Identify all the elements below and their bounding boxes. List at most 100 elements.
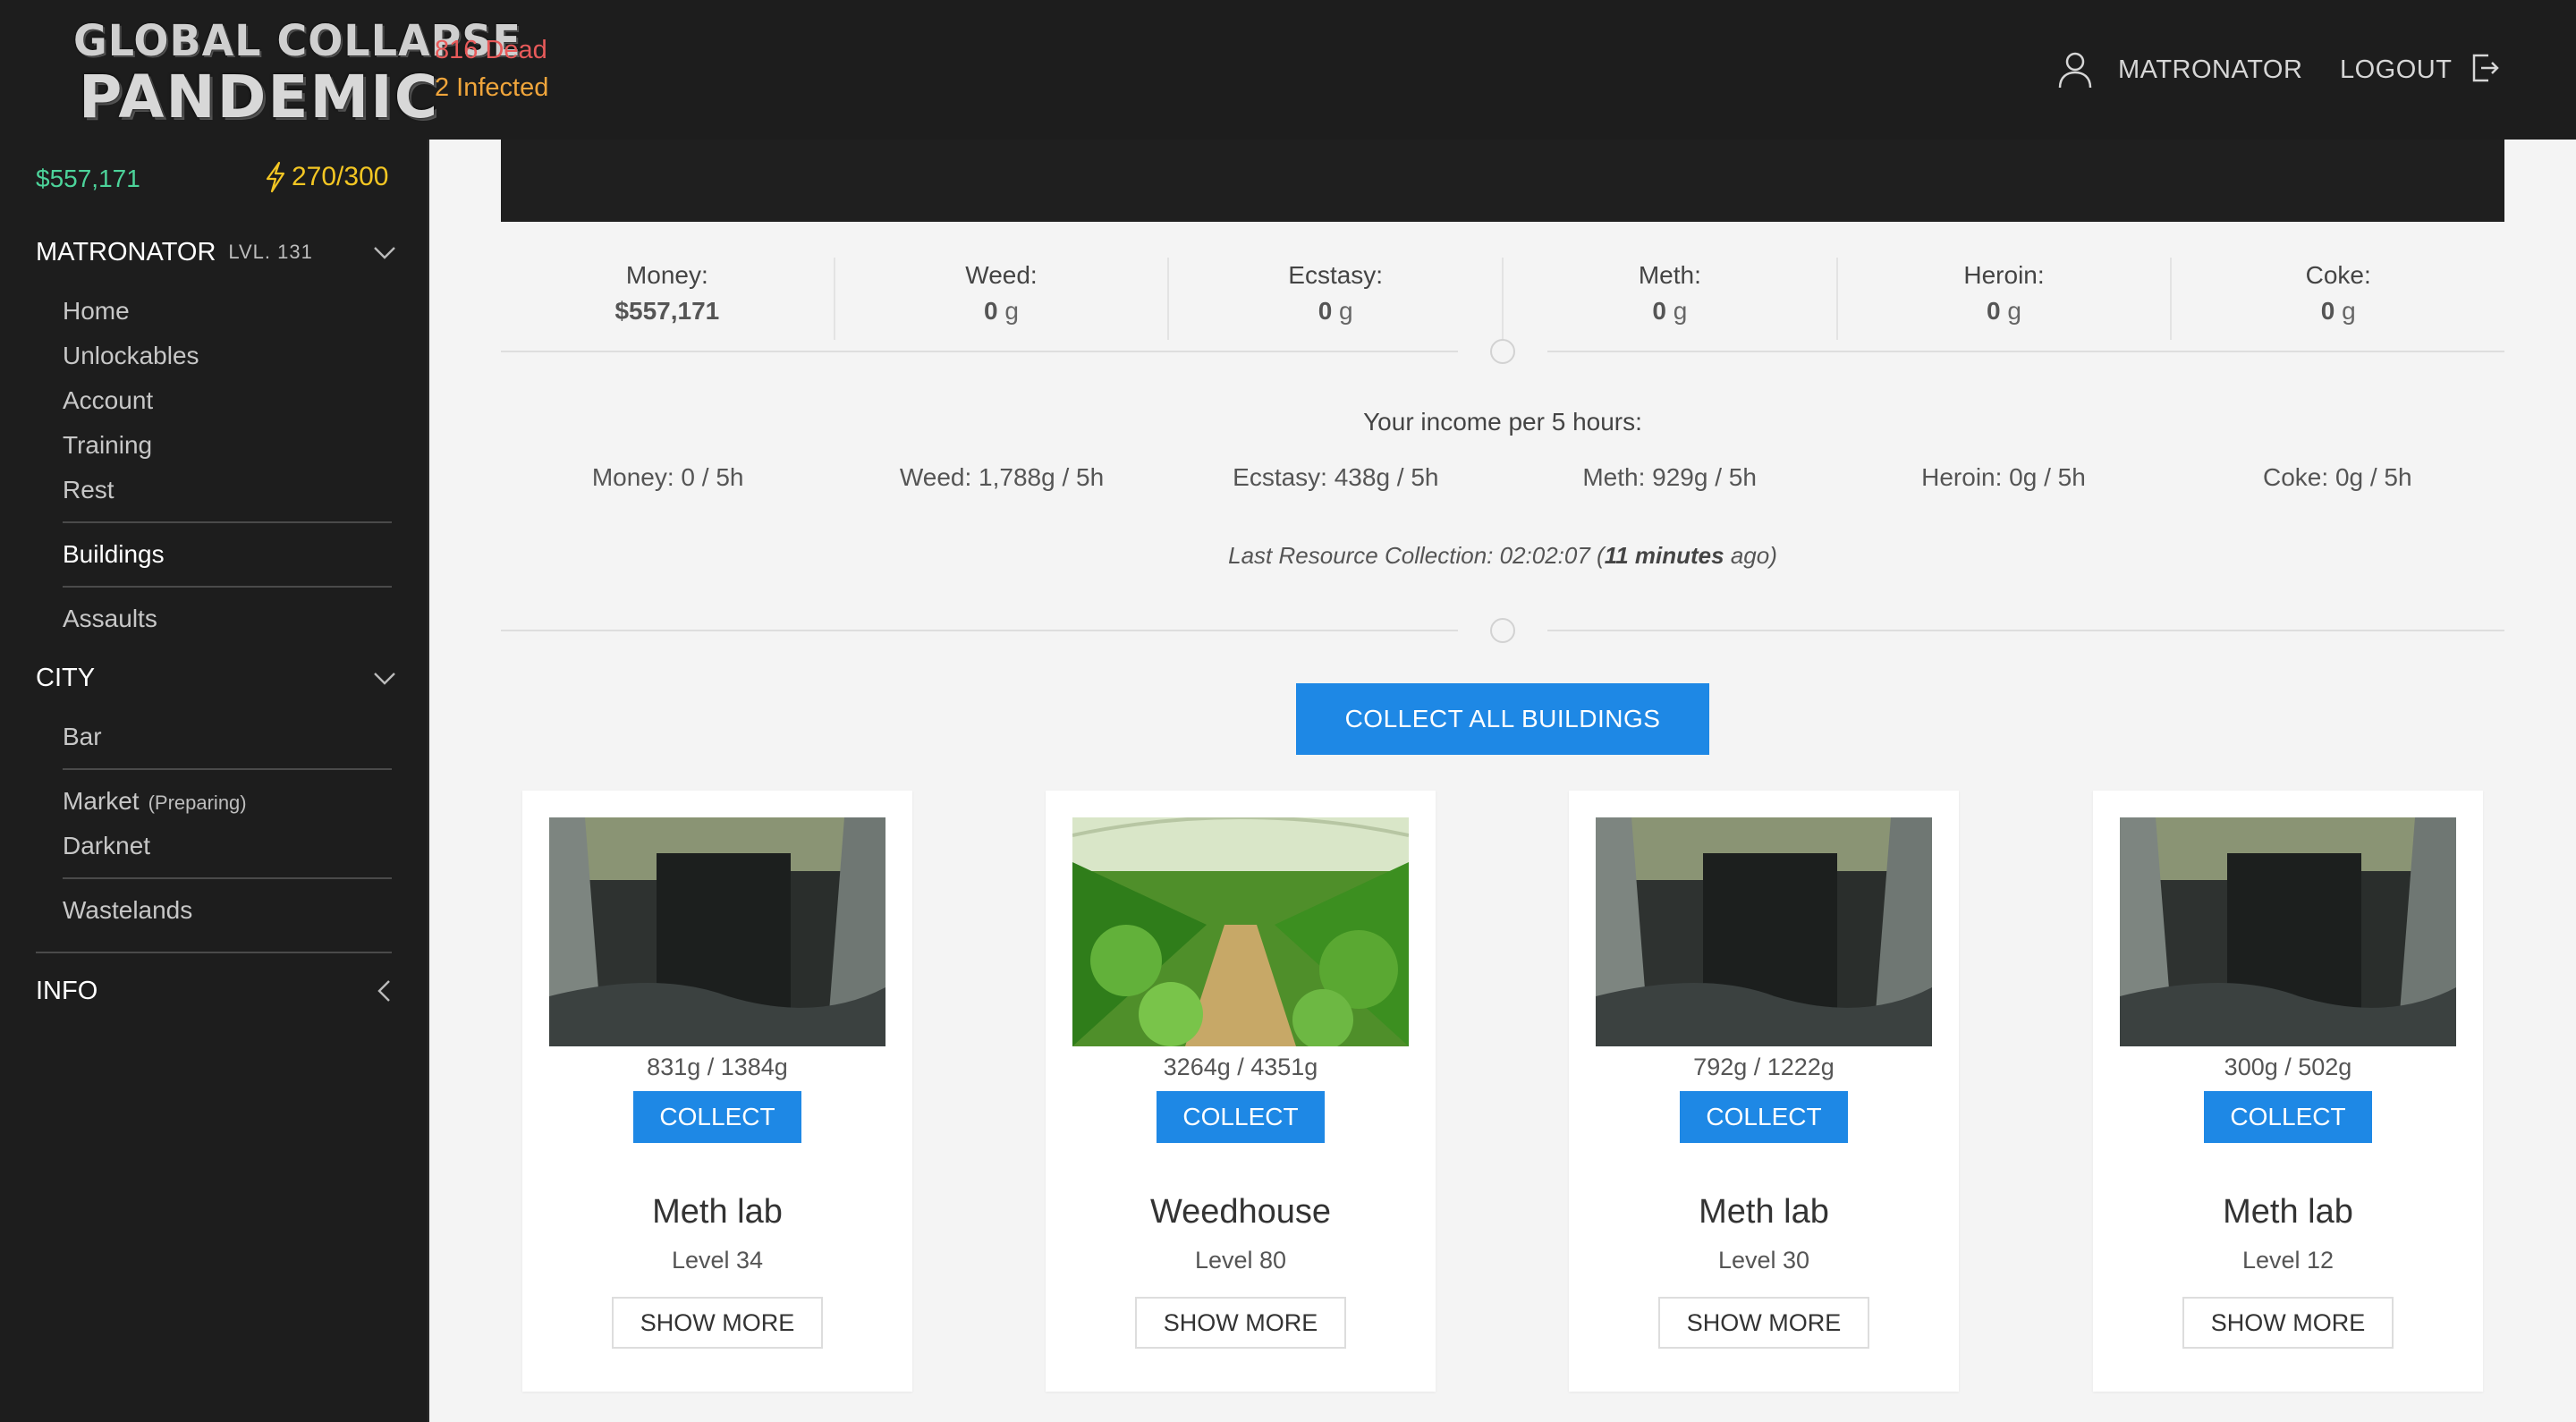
logout-icon[interactable]: [2470, 52, 2499, 84]
main-content: Money: $557,171 Weed: 0 g Ecstasy: 0 g M…: [429, 140, 2576, 1422]
building-level: Level 34: [671, 1247, 764, 1274]
sidebar-divider: [63, 877, 392, 879]
resource-summary: Money: $557,171 Weed: 0 g Ecstasy: 0 g M…: [501, 258, 2504, 340]
meth-lab-image: [549, 817, 886, 1046]
resource-label: Heroin:: [1963, 261, 2045, 289]
sidebar-item-buildings[interactable]: Buildings: [63, 540, 165, 569]
income-list: Money: 0 / 5h Weed: 1,788g / 5h Ecstasy:…: [501, 463, 2504, 492]
income-meth: Meth: 929g / 5h: [1582, 463, 1757, 491]
resource-value: 0 g: [2172, 293, 2504, 329]
sidebar-item-darknet[interactable]: Darknet: [63, 832, 150, 860]
collect-button[interactable]: COLLECT: [2204, 1091, 2372, 1143]
meth-lab-image: [2120, 817, 2456, 1046]
building-level: Level 80: [1194, 1247, 1287, 1274]
building-card: 792g / 1222g COLLECT Meth lab Level 30 S…: [1569, 791, 1959, 1392]
resource-unit: g: [997, 297, 1019, 325]
last-collection-suffix: ago): [1724, 542, 1777, 569]
divider-circle-icon: [1490, 618, 1515, 643]
divider-circle-icon: [1490, 339, 1515, 364]
resource-value: $557,171: [501, 293, 834, 329]
building-stock: 3264g / 4351g: [1163, 1054, 1318, 1080]
sidebar-divider: [63, 521, 392, 523]
resource-amount: 0: [1987, 297, 2001, 325]
player-name: MATRONATOR: [36, 237, 216, 267]
chevron-down-icon: [374, 247, 395, 259]
info-section-toggle[interactable]: INFO: [36, 973, 397, 1009]
resource-label: Money:: [625, 261, 708, 289]
building-name: Weedhouse: [1149, 1193, 1332, 1231]
header-banner: [501, 140, 2504, 222]
sidebar-item-unlockables[interactable]: Unlockables: [63, 342, 199, 370]
logo-line1: GLOBAL COLLAPSE: [73, 14, 521, 66]
energy-value: 270/300: [292, 162, 389, 191]
sidebar-item-assaults[interactable]: Assaults: [63, 605, 157, 633]
resource-unit: g: [2334, 297, 2356, 325]
collect-button[interactable]: COLLECT: [1157, 1091, 1325, 1143]
resource-value: 0 g: [1838, 293, 2171, 329]
building-stock: 831g / 1384g: [647, 1054, 788, 1080]
sidebar-item-training[interactable]: Training: [63, 431, 152, 460]
last-collection-prefix: Last Resource Collection: 02:02:07 (: [1228, 542, 1605, 569]
sidebar-item-market[interactable]: Market (Preparing): [63, 787, 247, 816]
income-ecstasy: Ecstasy: 438g / 5h: [1233, 463, 1439, 491]
show-more-button[interactable]: SHOW MORE: [612, 1297, 823, 1349]
building-name: Meth lab: [652, 1193, 783, 1231]
player-level: LVL. 131: [228, 241, 313, 263]
info-label: INFO: [36, 976, 98, 1005]
income-coke: Coke: 0g / 5h: [2263, 463, 2412, 491]
resource-value: 0 g: [1504, 293, 1836, 329]
show-more-button[interactable]: SHOW MORE: [1135, 1297, 1346, 1349]
resource-weed: Weed: 0 g: [835, 258, 1170, 340]
building-name: Meth lab: [1699, 1193, 1829, 1231]
logout-link[interactable]: LOGOUT: [2340, 55, 2452, 85]
city-section-toggle[interactable]: CITY: [36, 660, 397, 696]
collect-button[interactable]: COLLECT: [1680, 1091, 1848, 1143]
income-title: Your income per 5 hours:: [1363, 408, 1642, 436]
resource-value: 0 g: [835, 293, 1168, 329]
building-level: Level 12: [2241, 1247, 2334, 1274]
username-link[interactable]: MATRONATOR: [2118, 55, 2302, 85]
building-card: 831g / 1384g COLLECT Meth lab Level 34 S…: [522, 791, 912, 1392]
collect-button[interactable]: COLLECT: [633, 1091, 801, 1143]
resource-amount: 0: [1318, 297, 1333, 325]
resource-label: Ecstasy:: [1288, 261, 1384, 289]
sidebar-item-wastelands[interactable]: Wastelands: [63, 896, 192, 925]
meth-lab-image: [1596, 817, 1932, 1046]
building-name: Meth lab: [2223, 1193, 2353, 1231]
infected-count: 2 Infected: [435, 73, 549, 102]
chevron-down-icon: [374, 673, 395, 685]
chevron-left-icon: [377, 980, 390, 1002]
resource-coke: Coke: 0 g: [2172, 258, 2504, 340]
resource-unit: g: [2000, 297, 2021, 325]
sidebar-item-account[interactable]: Account: [63, 386, 153, 415]
sidebar-item-home[interactable]: Home: [63, 297, 130, 326]
city-label: CITY: [36, 663, 96, 692]
building-stock: 300g / 502g: [2224, 1054, 2352, 1080]
sidebar: $557,171 270/300 MATRONATOR LVL. 131 Hom…: [0, 140, 429, 1422]
resource-amount: $557,171: [614, 297, 720, 325]
collect-all-buildings-button[interactable]: COLLECT ALL BUILDINGS: [1296, 683, 1709, 755]
market-status: (Preparing): [148, 791, 247, 814]
lightning-icon: [266, 161, 285, 193]
show-more-button[interactable]: SHOW MORE: [2182, 1297, 2394, 1349]
sidebar-item-rest[interactable]: Rest: [63, 476, 114, 504]
sidebar-item-bar[interactable]: Bar: [63, 723, 102, 751]
resource-amount: 0: [984, 297, 998, 325]
income-money: Money: 0 / 5h: [591, 463, 744, 491]
resource-money: Money: $557,171: [501, 258, 835, 340]
user-icon[interactable]: [2057, 50, 2093, 89]
resource-ecstasy: Ecstasy: 0 g: [1169, 258, 1504, 340]
sidebar-divider: [63, 586, 392, 588]
player-section-toggle[interactable]: MATRONATOR LVL. 131: [36, 234, 397, 270]
resource-heroin: Heroin: 0 g: [1838, 258, 2173, 340]
building-card: 300g / 502g COLLECT Meth lab Level 12 SH…: [2093, 791, 2483, 1392]
show-more-button[interactable]: SHOW MORE: [1658, 1297, 1869, 1349]
resource-label: Meth:: [1638, 261, 1701, 289]
resource-value: 0 g: [1169, 293, 1502, 329]
dead-count: 816 Dead: [435, 36, 547, 64]
income-heroin: Heroin: 0g / 5h: [1921, 463, 2086, 491]
resource-unit: g: [1332, 297, 1353, 325]
last-collection: Last Resource Collection: 02:02:07 (11 m…: [501, 542, 2504, 570]
game-logo[interactable]: GLOBAL COLLAPSE PANDEMIC: [73, 14, 521, 131]
sidebar-divider: [63, 768, 392, 770]
